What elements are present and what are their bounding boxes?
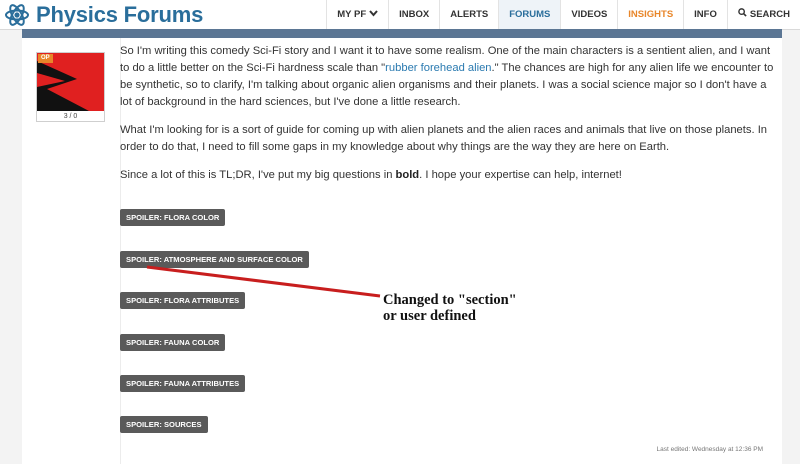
post-paragraph: What I'm looking for is a sort of guide … — [120, 124, 768, 153]
op-badge: OP — [38, 54, 53, 63]
annotation-line: or user defined — [383, 308, 476, 324]
post-body: So I'm writing this comedy Sci-Fi story … — [120, 43, 780, 195]
annotation-line: Changed to "section" — [383, 292, 517, 308]
nav-label: MY PF — [337, 9, 367, 20]
nav-label: INSIGHTS — [628, 9, 674, 20]
nav-forums[interactable]: FORUMS — [498, 0, 561, 29]
spoiler-atmosphere-surface-color-button[interactable]: SPOILER: ATMOSPHERE AND SURFACE COLOR — [120, 251, 309, 268]
nav-insights[interactable]: INSIGHTS — [617, 0, 683, 29]
nav-videos[interactable]: VIDEOS — [560, 0, 617, 29]
post-header-strip — [22, 29, 782, 38]
spoiler-flora-color-button[interactable]: SPOILER: FLORA COLOR — [120, 209, 226, 226]
paragraph-text: . I hope your expertise can help, intern… — [419, 169, 622, 181]
nav-label: SEARCH — [749, 9, 790, 20]
nav-label: INBOX — [399, 9, 430, 20]
atom-logo-icon — [5, 3, 29, 26]
spoiler-fauna-attributes-button[interactable]: SPOILER: FAUNA ATTRIBUTES — [120, 375, 246, 392]
nav-label: ALERTS — [450, 9, 489, 20]
spoiler-sources-button[interactable]: SPOILER: SOURCES — [120, 416, 208, 433]
nav-inbox[interactable]: INBOX — [388, 0, 439, 29]
spoiler-flora-attributes-button[interactable]: SPOILER: FLORA ATTRIBUTES — [120, 292, 246, 309]
nav-label: FORUMS — [509, 9, 551, 20]
paragraph-text: Since a lot of this is TL;DR, I've put m… — [120, 169, 396, 181]
avatar-score: 3 / 0 — [37, 112, 104, 121]
post-paragraph: Since a lot of this is TL;DR, I've put m… — [120, 167, 780, 184]
bold-text: bold — [395, 169, 420, 181]
nav-label: VIDEOS — [571, 9, 608, 20]
site-logo[interactable]: Physics Forums — [4, 1, 203, 28]
main-nav: MY PF INBOX ALERTS FORUMS VIDEOS INSIGHT… — [326, 0, 800, 29]
nav-search[interactable]: SEARCH — [726, 0, 800, 29]
top-navigation-bar: Physics Forums MY PF INBOX ALERTS FORUMS… — [0, 0, 800, 30]
spoiler-fauna-color-button[interactable]: SPOILER: FAUNA COLOR — [120, 334, 226, 351]
user-avatar[interactable]: OP 3 / 0 — [36, 52, 105, 122]
nav-my-pf[interactable]: MY PF — [326, 0, 388, 29]
search-icon — [738, 0, 747, 29]
rubber-forehead-alien-link[interactable]: rubber forehead alien — [385, 62, 491, 74]
nav-label: INFO — [694, 9, 717, 20]
post-paragraph: So I'm writing this comedy Sci-Fi story … — [120, 43, 780, 111]
logo-text: Physics Forums — [36, 2, 204, 27]
forum-post: OP 3 / 0 So I'm writing this comedy Sci-… — [22, 29, 782, 464]
nav-info[interactable]: INFO — [683, 0, 727, 29]
last-edited-timestamp: Last edited: Wednesday at 12:36 PM — [656, 446, 763, 453]
nav-alerts[interactable]: ALERTS — [439, 0, 498, 29]
chevron-down-icon — [369, 0, 378, 29]
annotation-note: Changed to "section" or user defined — [383, 290, 568, 337]
